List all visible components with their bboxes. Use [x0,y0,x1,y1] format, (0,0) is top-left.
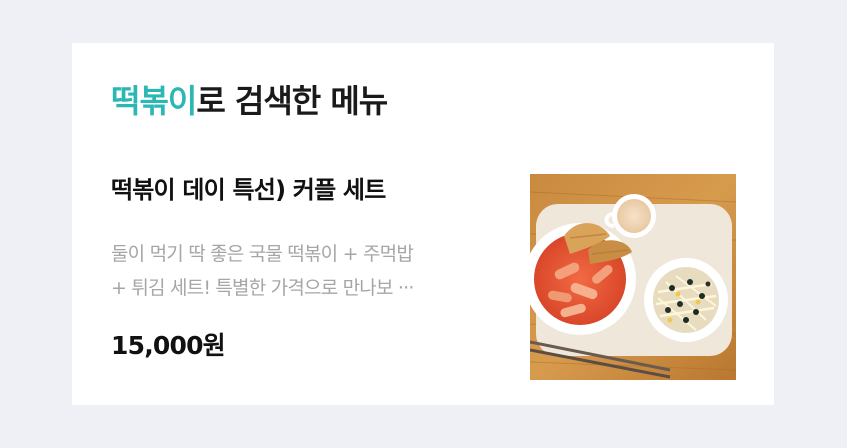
menu-item-price: 15,000원 [111,331,226,360]
description-line-2: + 튀김 세트! 특별한 가격으로 만나보 ··· [111,277,414,299]
menu-item-description: 둘이 먹기 딱 좋은 국물 떡볶이 + 주먹밥 + 튀김 세트! 특별한 가격으… [111,237,511,305]
description-line-1: 둘이 먹기 딱 좋은 국물 떡볶이 + 주먹밥 [111,243,414,265]
search-keyword: 떡볶이 [111,82,197,120]
food-photo-icon [530,174,736,380]
menu-item-thumbnail[interactable] [530,174,736,380]
menu-search-card: 떡볶이로 검색한 메뉴 떡볶이 데이 특선) 커플 세트 둘이 먹기 딱 좋은 … [72,43,774,405]
menu-item-title[interactable]: 떡볶이 데이 특선) 커플 세트 [111,173,386,207]
heading-suffix: 로 검색한 메뉴 [196,82,388,120]
search-result-heading: 떡볶이로 검색한 메뉴 [111,79,388,123]
